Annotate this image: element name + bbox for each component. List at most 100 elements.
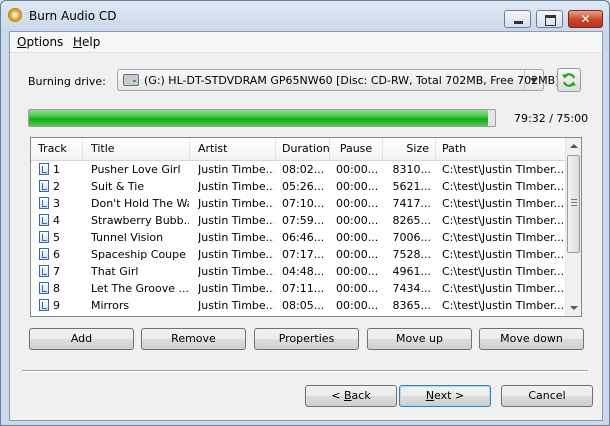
audio-file-icon (39, 163, 49, 175)
cell-title: That Girl (91, 265, 139, 278)
table-row[interactable]: 9 Mirrors Justin Timbe... 08:05... 00:00... 8… (31, 297, 566, 314)
dialog-client-area: Options Help Burning drive: (G:) HL-DT-S… (9, 31, 603, 421)
cell-track: 3 (53, 197, 60, 210)
cell-pause: 00:00... (336, 180, 379, 193)
cell-path: C:\test\Justin TImber... (442, 299, 564, 312)
grip-icon (571, 199, 577, 206)
burning-drive-label: Burning drive: (28, 75, 106, 88)
drive-selected-value: (G:) HL-DT-STDVDRAM GP65NW60 [Disc: CD-R… (144, 74, 560, 87)
cell-title: Tunnel Vision (91, 231, 164, 244)
menu-help[interactable]: Help (73, 35, 100, 49)
scrollbar-thumb[interactable] (567, 155, 580, 253)
cancel-button[interactable]: Cancel (501, 385, 593, 407)
cell-pause: 00:00... (336, 248, 379, 261)
table-row[interactable]: 5 Tunnel Vision Justin Timbe... 06:46... 00:… (31, 229, 566, 246)
cell-path: C:\test\Justin TImber... (442, 163, 564, 176)
maximize-button[interactable] (536, 10, 563, 28)
table-row[interactable]: 4 Strawberry Bubb... Justin Timbe... 07:59.… (31, 212, 566, 229)
next-button[interactable]: Next > (399, 385, 491, 407)
close-button[interactable]: ✕ (568, 10, 603, 28)
cell-track: 2 (53, 180, 60, 193)
audio-file-icon (39, 248, 49, 260)
cell-title: Suit & Tie (91, 180, 145, 193)
vertical-scrollbar[interactable] (565, 138, 581, 316)
scroll-down-arrow-icon[interactable] (566, 300, 581, 316)
menu-options[interactable]: Options (17, 35, 63, 49)
cell-track: 8 (53, 282, 60, 295)
cell-size: 7434... (392, 282, 431, 295)
cell-title: Strawberry Bubb... (91, 214, 189, 227)
audio-file-icon (39, 180, 49, 192)
table-row[interactable]: 3 Don't Hold The Wall Justin Timbe... 07:10… (31, 195, 566, 212)
cell-pause: 00:00... (336, 282, 379, 295)
cell-artist: Justin Timbe... (198, 248, 274, 261)
chevron-down-icon[interactable] (524, 70, 543, 90)
cell-duration: 07:59... (282, 214, 325, 227)
cell-duration: 06:46... (282, 231, 325, 244)
cell-pause: 00:00... (336, 197, 379, 210)
move-down-button[interactable]: Move down (479, 328, 584, 350)
cell-path: C:\test\Justin TImber... (442, 214, 564, 227)
window-title: Burn Audio CD (29, 9, 117, 23)
cell-artist: Justin Timbe... (198, 299, 274, 312)
audio-file-icon (39, 265, 49, 277)
table-row[interactable]: 1 Pusher Love Girl Justin Timbe... 08:02...… (31, 161, 566, 178)
maximize-icon (545, 15, 556, 26)
back-button[interactable]: < Back (305, 385, 397, 407)
cell-size: 5621... (392, 180, 431, 193)
cell-track: 7 (53, 265, 60, 278)
move-up-button[interactable]: Move up (367, 328, 472, 350)
column-header-size[interactable]: Size (383, 138, 436, 160)
cell-title: Don't Hold The Wall (91, 197, 189, 210)
column-header-duration[interactable]: Duration (276, 138, 330, 160)
title-bar[interactable]: Burn Audio CD ✕ (1, 1, 609, 31)
burn-audio-cd-window: Burn Audio CD ✕ Options Help Burning dri… (0, 0, 610, 426)
table-row[interactable]: 8 Let The Groove ... Justin Timbe... 07:11.… (31, 280, 566, 297)
cell-path: C:\test\Justin TImber... (442, 197, 564, 210)
cell-pause: 00:00... (336, 299, 379, 312)
add-button[interactable]: Add (29, 328, 134, 350)
cell-artist: Justin Timbe... (198, 282, 274, 295)
cell-title: Pusher Love Girl (91, 163, 181, 176)
audio-file-icon (39, 282, 49, 294)
cell-track: 6 (53, 248, 60, 261)
table-row[interactable]: 2 Suit & Tie Justin Timbe... 05:26... 00:00.… (31, 178, 566, 195)
cell-artist: Justin Timbe... (198, 180, 274, 193)
cell-pause: 00:00... (336, 214, 379, 227)
column-header-track[interactable]: Track (31, 138, 83, 160)
scroll-up-arrow-icon[interactable] (566, 138, 581, 154)
cell-size: 8365... (392, 299, 431, 312)
cell-path: C:\test\Justin TImber... (442, 231, 564, 244)
column-header-artist[interactable]: Artist (190, 138, 276, 160)
cell-pause: 00:00... (336, 231, 379, 244)
burning-drive-dropdown[interactable]: (G:) HL-DT-STDVDRAM GP65NW60 [Disc: CD-R… (117, 69, 559, 91)
audio-file-icon (39, 197, 49, 209)
minimize-icon (514, 21, 523, 24)
cell-artist: Justin Timbe... (198, 163, 274, 176)
cell-title: Let The Groove ... (91, 282, 189, 295)
cell-duration: 08:02... (282, 163, 325, 176)
column-header-pause[interactable]: Pause (330, 138, 383, 160)
properties-button[interactable]: Properties (254, 328, 359, 350)
minimize-button[interactable] (504, 10, 531, 28)
cell-duration: 07:17... (282, 248, 325, 261)
remove-button[interactable]: Remove (141, 328, 246, 350)
refresh-icon (562, 73, 576, 87)
cell-track: 5 (53, 231, 60, 244)
table-row[interactable]: 6 Spaceship Coupe Justin Timbe... 07:17... 0… (31, 246, 566, 263)
cell-path: C:\test\Justin TImber... (442, 180, 564, 193)
column-header-title[interactable]: Title (83, 138, 190, 160)
cell-size: 7528... (392, 248, 431, 261)
cell-duration: 07:10... (282, 197, 325, 210)
optical-drive-icon (123, 74, 139, 86)
track-list[interactable]: Track Title Artist Duration Pause Size P… (30, 137, 582, 317)
disc-time-usage: 79:32 / 75:00 (514, 112, 589, 125)
cell-size: 7006... (392, 231, 431, 244)
cell-size: 8265... (392, 214, 431, 227)
column-header-path[interactable]: Path (436, 138, 566, 160)
track-list-header: Track Title Artist Duration Pause Size P… (31, 138, 566, 161)
table-row[interactable]: 7 That Girl Justin Timbe... 04:48... 00:00..… (31, 263, 566, 280)
refresh-drives-button[interactable] (557, 68, 581, 92)
cell-track: 4 (53, 214, 60, 227)
cell-title: Mirrors (91, 299, 130, 312)
